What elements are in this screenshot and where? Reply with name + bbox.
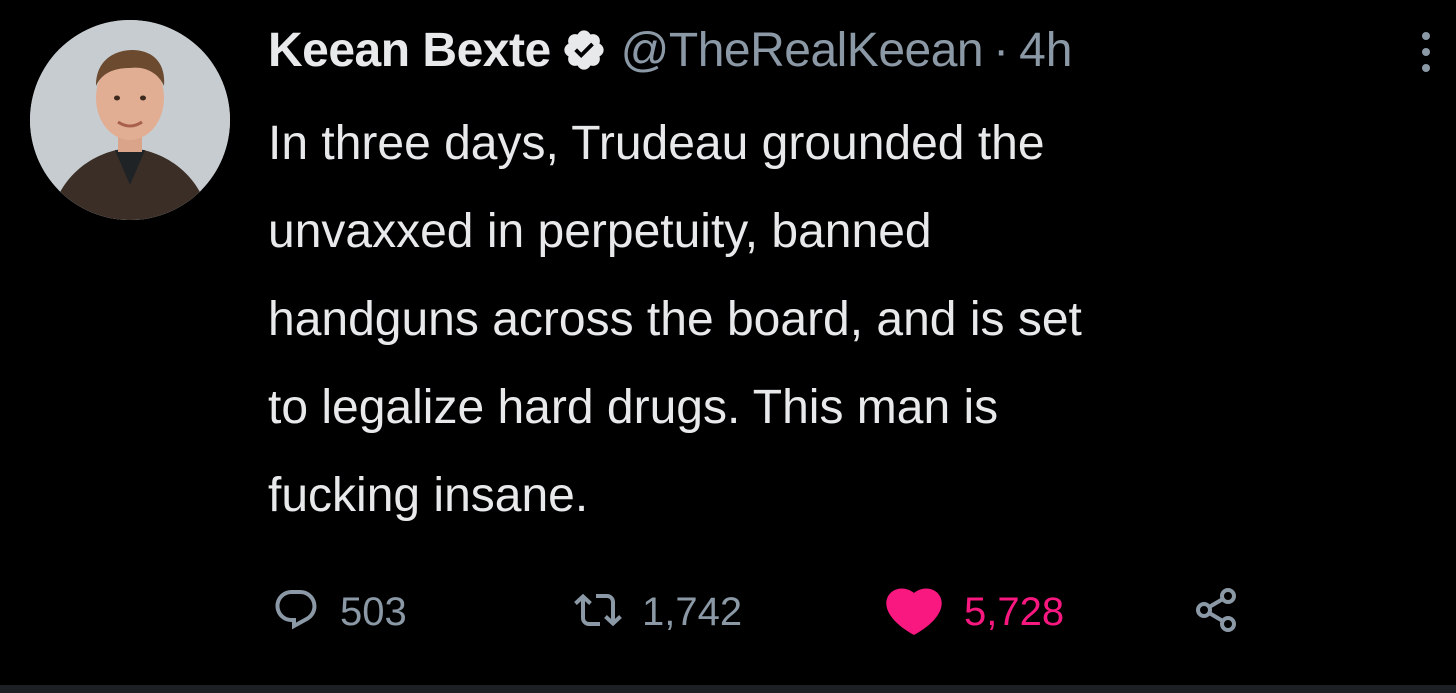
tweet-text-line: to legalize hard drugs. This man is	[268, 381, 999, 434]
display-name[interactable]: Keean Bexte	[268, 23, 551, 78]
tweet-text-line: handguns across the board, and is set	[268, 293, 1082, 346]
more-options-icon[interactable]	[1418, 30, 1434, 74]
verified-badge-icon	[561, 27, 607, 73]
time-separator: ·	[993, 23, 1010, 77]
tweet-text-line: fucking insane.	[268, 469, 589, 522]
handle[interactable]: @TheRealKeean	[621, 23, 984, 78]
retweet-icon	[574, 586, 622, 639]
retweet-button[interactable]: 1,742	[574, 584, 742, 640]
tweet-text: In three days, Trudeau grounded the unva…	[268, 100, 1428, 540]
reply-count: 503	[340, 589, 407, 634]
retweet-count: 1,742	[642, 589, 743, 634]
reply-button[interactable]: 503	[272, 584, 407, 640]
tweet-header: Keean Bexte @TheRealKeean · 4h	[268, 22, 1072, 78]
tweet-text-line: In three days, Trudeau grounded the	[268, 117, 1045, 170]
heart-icon	[884, 584, 944, 641]
tweet-text-line: unvaxxed in perpetuity, banned	[268, 205, 932, 258]
timestamp[interactable]: 4h	[1019, 23, 1072, 78]
divider	[0, 685, 1456, 693]
tweet-card[interactable]: Keean Bexte @TheRealKeean · 4h In three …	[0, 0, 1456, 685]
like-button[interactable]: 5,728	[884, 584, 1064, 640]
reply-icon	[272, 586, 320, 639]
share-button[interactable]	[1192, 584, 1240, 640]
share-icon	[1192, 586, 1240, 639]
avatar[interactable]	[30, 20, 230, 220]
like-count: 5,728	[964, 589, 1065, 634]
